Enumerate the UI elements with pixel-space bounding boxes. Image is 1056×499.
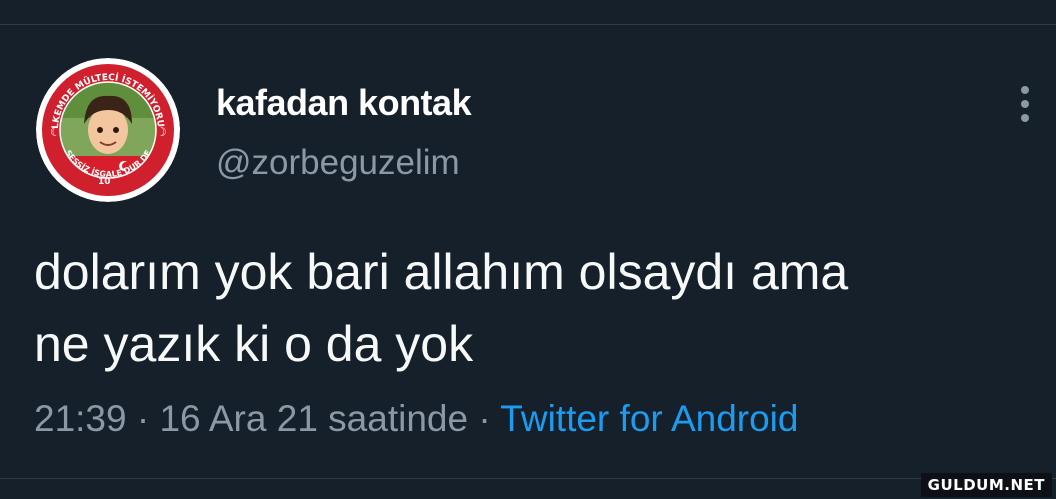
more-dot <box>1021 86 1029 94</box>
tweet-text: dolarım yok bari allahım olsaydı ama ne … <box>34 236 1034 380</box>
avatar[interactable]: ÜLKEMDE MÜLTECİ İSTEMİYORUM SESSİZ İSGAL… <box>36 58 180 202</box>
tweet-text-line: ne yazık ki o da yok <box>34 316 474 372</box>
meta-separator: · <box>478 398 491 439</box>
crescent-star-icon: ☽ <box>156 125 167 139</box>
author-display-name[interactable]: kafadan kontak <box>216 82 472 124</box>
crescent-star-icon: ☾ <box>50 125 61 139</box>
author-handle[interactable]: @zorbeguzelim <box>216 143 460 183</box>
top-divider <box>0 24 1056 25</box>
tweet-time[interactable]: 21:39 <box>34 398 127 439</box>
bottom-divider <box>0 478 1056 479</box>
avatar-jersey-number: 10 <box>98 177 111 187</box>
tweet-source-link[interactable]: Twitter for Android <box>500 398 798 439</box>
watermark-badge: GULDUM.NET <box>920 473 1052 497</box>
more-dot <box>1021 114 1029 122</box>
tweet-text-line: dolarım yok bari allahım olsaydı ama <box>34 244 849 300</box>
meta-separator: · <box>136 398 150 439</box>
more-dot <box>1021 100 1029 108</box>
tweet-date[interactable]: 16 Ara 21 saatinde <box>159 398 468 439</box>
more-vertical-icon[interactable] <box>1012 84 1038 124</box>
tweet-meta: 21:39 · 16 Ara 21 saatinde · Twitter for… <box>34 398 798 440</box>
